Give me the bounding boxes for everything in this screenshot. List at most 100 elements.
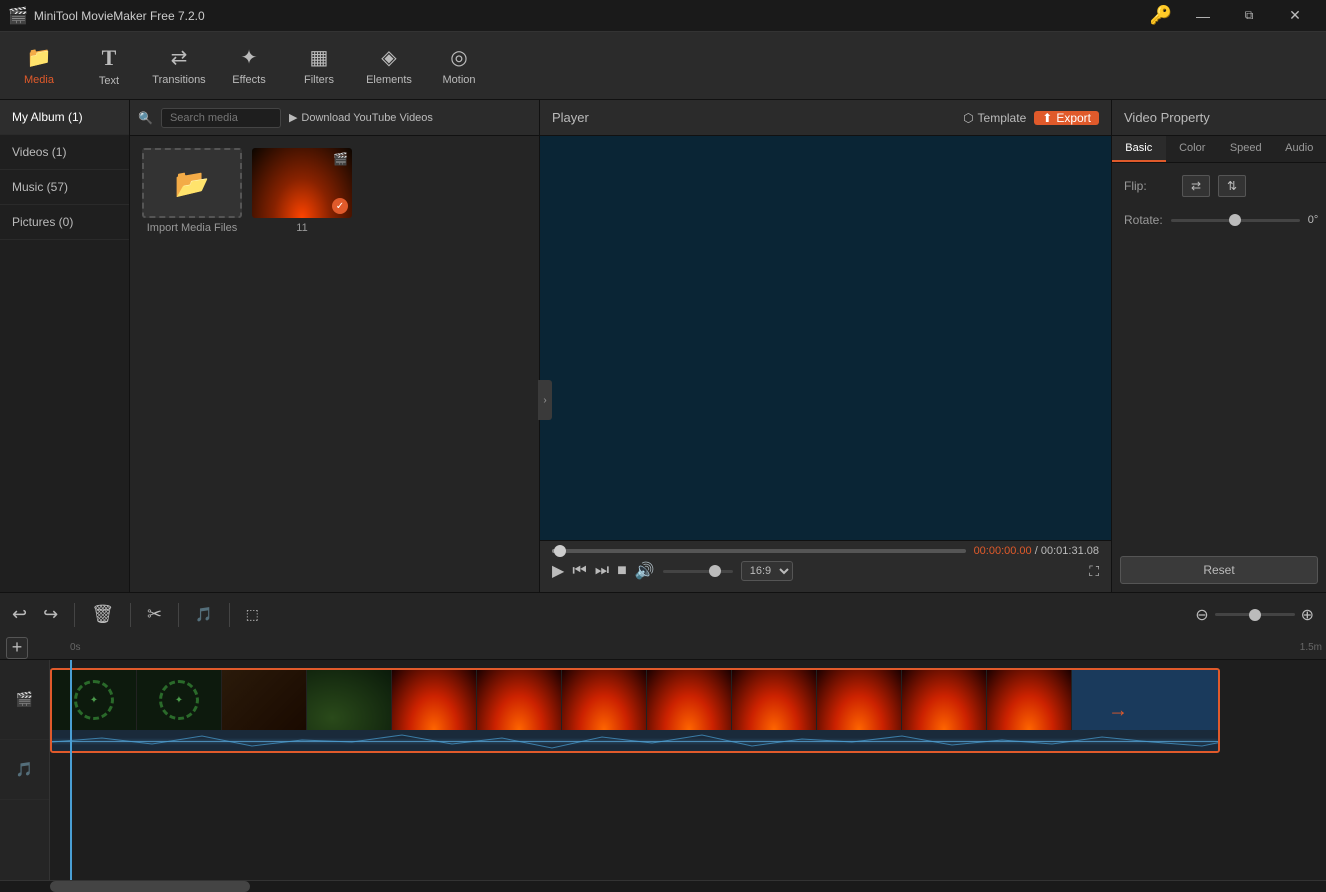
media-toolbar: 🔍 ▶ Download YouTube Videos [130, 100, 539, 136]
frame-fire-2 [477, 670, 562, 730]
time-display: 00:00:00.00 / 00:01:31.08 [974, 545, 1099, 557]
tab-basic[interactable]: Basic [1112, 136, 1166, 162]
tab-color[interactable]: Color [1166, 136, 1220, 162]
import-media-thumb[interactable]: 📂 [142, 148, 242, 218]
timeline-tracks: 🎬 🎵 1.5m ↔ → [0, 660, 1326, 880]
frame-fire-5 [732, 670, 817, 730]
progress-bar[interactable] [552, 549, 966, 553]
sidebar-item-videos[interactable]: Videos (1) [0, 135, 129, 170]
play-button[interactable]: ▶ [552, 561, 564, 581]
frame-fire-1 [392, 670, 477, 730]
delete-button[interactable]: 🗑 [91, 604, 114, 625]
step-back-button[interactable]: ⏮ [572, 562, 586, 580]
toolbar-elements[interactable]: ◈ Elements [354, 34, 424, 98]
red-arrow-2: → [1108, 699, 1128, 722]
effects-label: Effects [232, 74, 265, 86]
sidebar-item-music[interactable]: Music (57) [0, 170, 129, 205]
media-grid: 📂 Import Media Files 🎬 ✓ 11 [130, 136, 539, 592]
rotate-slider[interactable] [1171, 219, 1300, 222]
restore-button[interactable]: ⧉ [1226, 0, 1272, 32]
cut-button[interactable]: ✂ [147, 604, 162, 625]
zoom-slider[interactable] [1215, 613, 1295, 616]
toolbar: 📁 Media T Text ⇄ Transitions ✦ Effects ▦… [0, 32, 1326, 100]
zoom-in-button[interactable]: ⊕ [1301, 605, 1314, 625]
timeline-controls: ↩ ↪ 🗑 ✂ 🎵 ⬚ ⊖ ⊕ [0, 592, 1326, 636]
text-icon: T [102, 45, 117, 71]
flip-horizontal-button[interactable]: ⇄ [1182, 175, 1210, 197]
flip-label: Flip: [1124, 179, 1174, 193]
app-title: MiniTool MovieMaker Free 7.2.0 [34, 9, 205, 23]
media-icon: 📁 [27, 45, 52, 70]
search-input[interactable] [161, 108, 281, 128]
video-clip[interactable]: 1.5m ↔ → → ✦ [50, 668, 1220, 753]
left-panel: My Album (1) Videos (1) Music (57) Pictu… [0, 100, 540, 592]
export-button[interactable]: ⬆ Export [1034, 111, 1099, 125]
step-forward-button[interactable]: ⏭ [595, 562, 609, 580]
fullscreen-button[interactable]: ⛶ [1089, 563, 1099, 580]
text-label: Text [99, 75, 119, 87]
time-total: 00:01:31.08 [1041, 545, 1099, 557]
clip-frames: ✦ ✦ [52, 670, 1218, 730]
volume-slider[interactable] [663, 570, 733, 573]
video-clip-thumb[interactable]: 🎬 ✓ [252, 148, 352, 218]
toolbar-media[interactable]: 📁 Media [4, 34, 74, 98]
player-header: Player ⬡ Template ⬆ Export [540, 100, 1111, 136]
toolbar-motion[interactable]: ◎ Motion [424, 34, 494, 98]
selected-badge: ✓ [332, 198, 348, 214]
aspect-ratio-select[interactable]: 16:9 9:16 1:1 4:3 [741, 561, 793, 581]
media-content: 🔍 ▶ Download YouTube Videos 📂 Import Med… [130, 100, 539, 592]
right-panel: Video Property Basic Color Speed Audio F… [1111, 100, 1326, 592]
frame-fire-6 [817, 670, 902, 730]
filters-label: Filters [304, 74, 334, 86]
sidebar-item-pictures[interactable]: Pictures (0) [0, 205, 129, 240]
filters-icon: ▦ [310, 45, 329, 70]
template-label: Template [978, 111, 1027, 125]
export-icon: ⬆ [1042, 111, 1052, 125]
main-area: My Album (1) Videos (1) Music (57) Pictu… [0, 100, 1326, 592]
toolbar-filters[interactable]: ▦ Filters [284, 34, 354, 98]
track-labels: 🎬 🎵 [0, 660, 50, 880]
tab-speed[interactable]: Speed [1219, 136, 1273, 162]
detach-audio-button[interactable]: 🎵 [195, 606, 212, 623]
template-icon: ⬡ [963, 111, 973, 125]
property-tabs: Basic Color Speed Audio [1112, 136, 1326, 163]
transitions-icon: ⇄ [171, 45, 188, 70]
reset-button[interactable]: Reset [1120, 556, 1318, 584]
waveform-svg [52, 730, 1218, 751]
close-button[interactable]: ✕ [1272, 0, 1318, 32]
media-label: Media [24, 74, 54, 86]
add-media-button[interactable]: + [6, 637, 28, 659]
key-icon: 🔑 [1150, 5, 1172, 26]
panel-collapse-button[interactable]: › [538, 380, 552, 420]
download-youtube-button[interactable]: ▶ Download YouTube Videos [289, 111, 433, 124]
title-bar: 🎬 MiniTool MovieMaker Free 7.2.0 🔑 — ⧉ ✕ [0, 0, 1326, 32]
ruler-area: 0s 1.5m [50, 636, 1326, 660]
minimize-button[interactable]: — [1180, 0, 1226, 32]
tl-divider-2 [130, 603, 131, 627]
template-button[interactable]: ⬡ Template [955, 111, 1034, 125]
audio-track-icon: 🎵 [16, 761, 33, 778]
timeline-scrollbar[interactable] [0, 880, 1326, 892]
zoom-out-button[interactable]: ⊖ [1195, 605, 1208, 625]
elements-label: Elements [366, 74, 412, 86]
volume-button[interactable]: 🔊 [635, 561, 655, 581]
stop-button[interactable]: ■ [617, 562, 627, 580]
flip-vertical-button[interactable]: ⇅ [1218, 175, 1246, 197]
toolbar-transitions[interactable]: ⇄ Transitions [144, 34, 214, 98]
video-clip-item[interactable]: 🎬 ✓ 11 [252, 148, 352, 234]
rotate-label: Rotate: [1124, 213, 1163, 227]
crop-button[interactable]: ⬚ [246, 606, 259, 623]
tab-audio[interactable]: Audio [1273, 136, 1326, 162]
frame-fire-8 [987, 670, 1072, 730]
property-content: Flip: ⇄ ⇅ Rotate: 0° [1112, 163, 1326, 548]
time-current: 00:00:00.00 [974, 545, 1032, 557]
toolbar-text[interactable]: T Text [74, 34, 144, 98]
import-media-item[interactable]: 📂 Import Media Files [142, 148, 242, 234]
redo-button[interactable]: ↪ [43, 604, 58, 625]
toolbar-effects[interactable]: ✦ Effects [214, 34, 284, 98]
clip-waveform [52, 730, 1218, 751]
sidebar-item-my-album[interactable]: My Album (1) [0, 100, 129, 135]
undo-button[interactable]: ↩ [12, 604, 27, 625]
playhead[interactable] [70, 660, 72, 880]
scrollbar-thumb[interactable] [50, 881, 250, 892]
